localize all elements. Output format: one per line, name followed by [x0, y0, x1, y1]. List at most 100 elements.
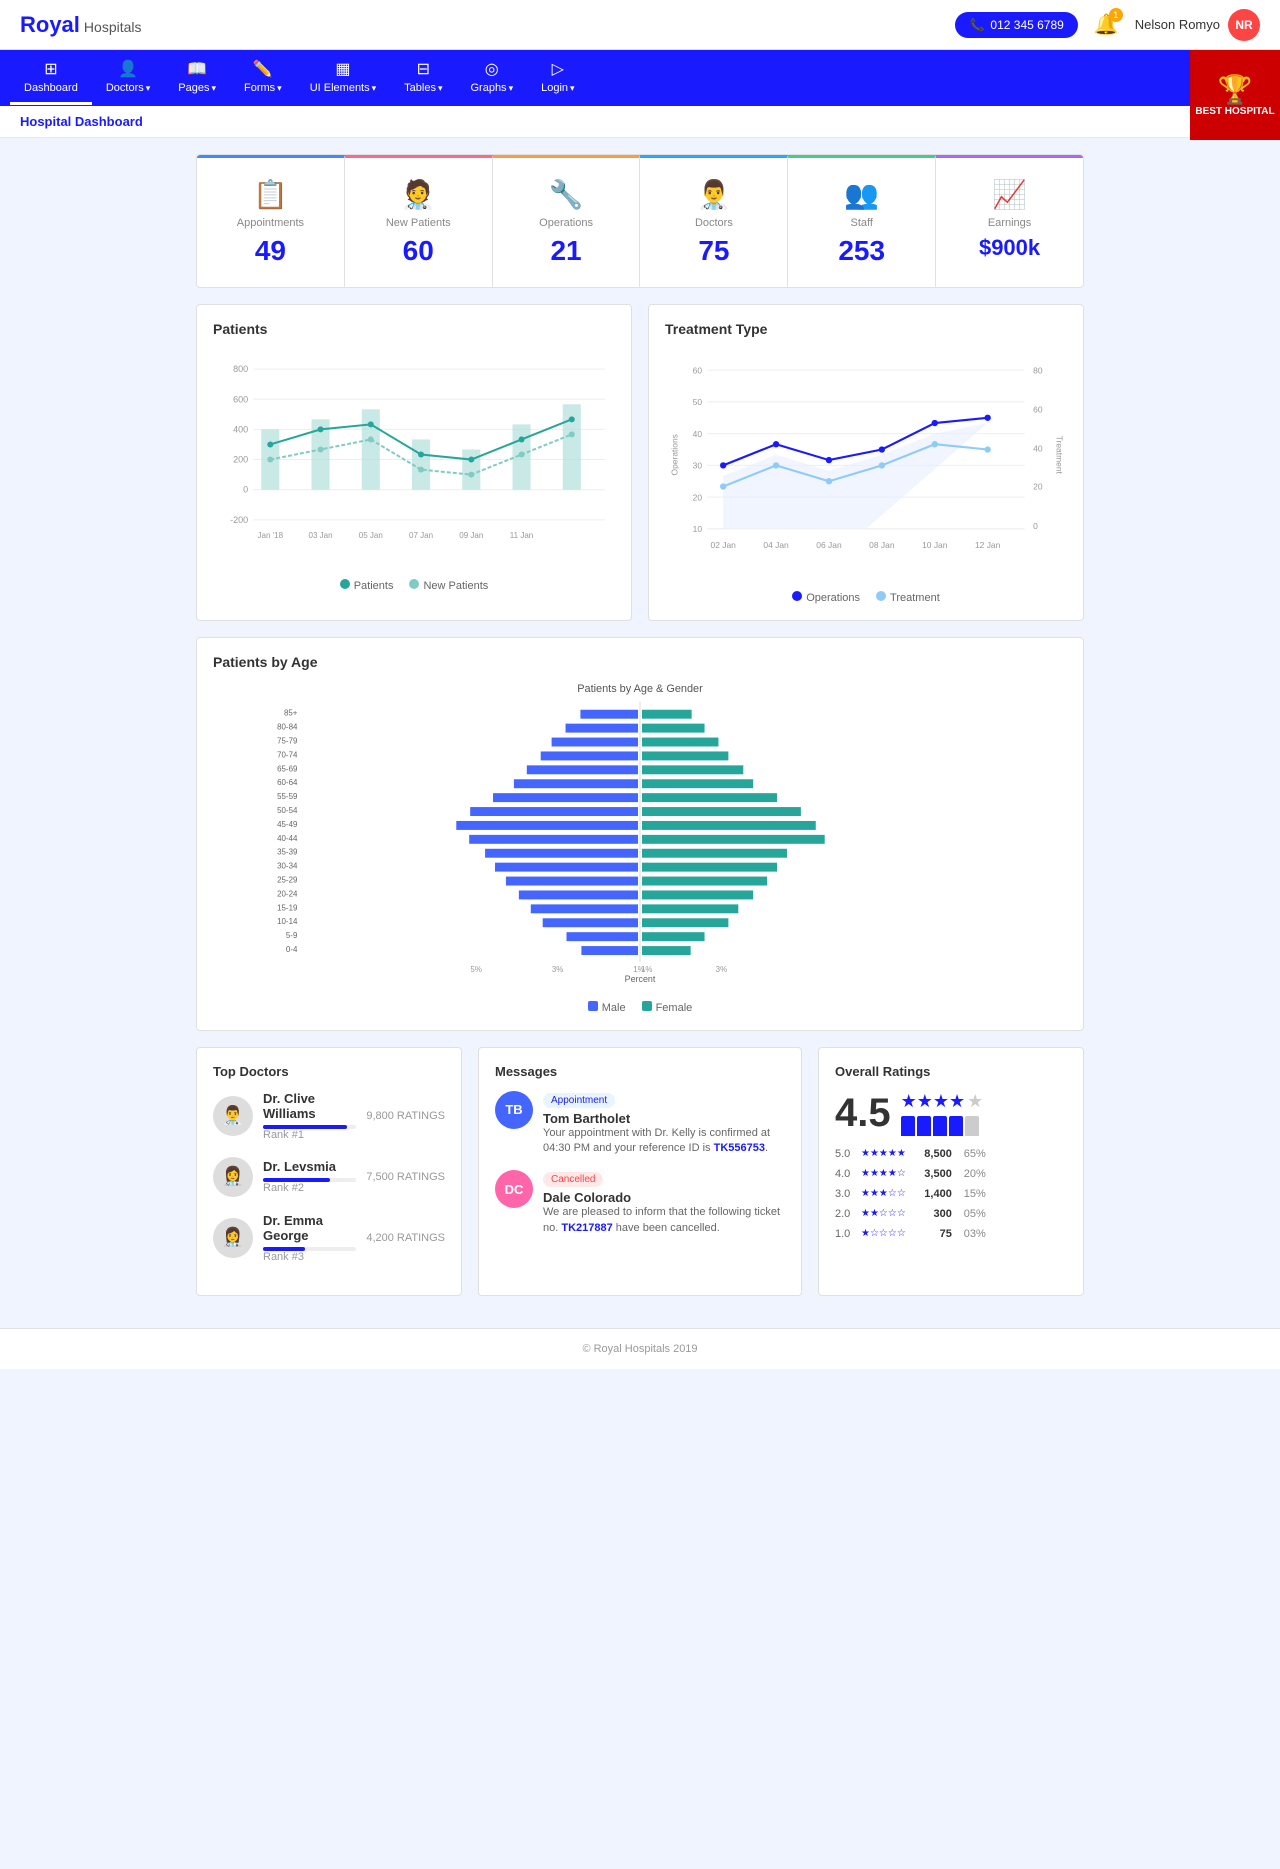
patients-legend-item: Patients	[340, 579, 394, 592]
stat-doctors: 👨‍⚕️ Doctors 75	[640, 155, 788, 287]
message-item-1: TB Appointment Tom Bartholet Your appoin…	[495, 1091, 785, 1157]
doctor-rank-3: Rank #3	[263, 1251, 356, 1263]
stat-staff: 👥 Staff 253	[788, 155, 936, 287]
svg-text:0: 0	[243, 485, 248, 495]
nav-graphs-label: Graphs	[470, 82, 506, 94]
rating-pct-4: 20%	[958, 1168, 986, 1180]
staff-value: 253	[800, 235, 923, 267]
svg-text:10 Jan: 10 Jan	[922, 540, 948, 550]
female-legend-item: Female	[642, 1001, 693, 1014]
staff-label: Staff	[800, 217, 923, 229]
rating-row-3: 3.0 ★★★☆☆ 1,400 15%	[835, 1188, 1067, 1200]
logo: Royal Hospitals	[20, 12, 142, 38]
best-hospital-label: BEST HOSPITAL	[1195, 106, 1274, 117]
svg-text:Operations: Operations	[670, 434, 680, 475]
svg-text:3%: 3%	[716, 965, 727, 974]
graphs-icon: ◎	[485, 59, 499, 79]
rating-pct-1: 03%	[958, 1228, 986, 1240]
nav-graphs[interactable]: ◎ Graphs ▾	[456, 51, 527, 105]
nav-ui-elements-label: UI Elements	[310, 82, 370, 94]
staff-icon: 👥	[800, 178, 923, 211]
svg-text:06 Jan: 06 Jan	[816, 540, 842, 550]
doctor-avatar-3: 👩‍⚕️	[213, 1218, 253, 1258]
doctor-avatar-1: 👨‍⚕️	[213, 1096, 253, 1136]
rating-row-2: 2.0 ★★☆☆☆ 300 05%	[835, 1208, 1067, 1220]
svg-text:80: 80	[1033, 365, 1043, 375]
nav-ui-elements[interactable]: ▦ UI Elements ▾	[296, 51, 390, 105]
doctor-item-3: 👩‍⚕️ Dr. Emma George Rank #3 4,200 RATIN…	[213, 1213, 445, 1263]
main-content: 📋 Appointments 49 🧑‍⚕️ New Patients 60 🔧…	[180, 138, 1100, 1328]
header: Royal Hospitals 📞 012 345 6789 🔔 1 Nelso…	[0, 0, 1280, 50]
ratings-card: Overall Ratings 4.5 ★★★★★	[818, 1047, 1084, 1296]
message-name-2: Dale Colorado	[543, 1190, 785, 1205]
doctor-name-2: Dr. Levsmia	[263, 1159, 356, 1174]
svg-text:55-59: 55-59	[277, 792, 298, 801]
svg-text:60-64: 60-64	[277, 778, 298, 787]
nav-doctors[interactable]: 👤 Doctors ▾	[92, 51, 164, 105]
user-info: Nelson Romyo NR	[1135, 9, 1260, 41]
svg-text:30-34: 30-34	[277, 861, 298, 870]
ratings-title: Overall Ratings	[835, 1064, 1067, 1079]
treatment-chart-legend: Operations Treatment	[665, 591, 1067, 604]
tables-icon: ⊟	[417, 59, 430, 79]
rating-label-2: 2.0	[835, 1208, 855, 1220]
phone-icon: 📞	[969, 18, 984, 32]
stat-new-patients: 🧑‍⚕️ New Patients 60	[345, 155, 493, 287]
patients-chart-card: Patients 800 600 400 200 0 -200	[196, 304, 632, 621]
doctor-name-1: Dr. Clive Williams	[263, 1091, 356, 1121]
message-name-1: Tom Bartholet	[543, 1111, 785, 1126]
overall-rating-value: 4.5	[835, 1091, 891, 1136]
doctor-item-1: 👨‍⚕️ Dr. Clive Williams Rank #1 9,800 RA…	[213, 1091, 445, 1141]
rating-count-5: 8,500	[912, 1148, 952, 1160]
rating-count-1: 75	[912, 1228, 952, 1240]
logo-royal: Royal	[20, 12, 80, 38]
doctors-icon: 👤	[118, 59, 138, 79]
doctor-rank-1: Rank #1	[263, 1129, 356, 1141]
message-badge-2: Cancelled	[543, 1172, 603, 1187]
nav-login[interactable]: ▷ Login ▾	[527, 51, 588, 105]
messages-title: Messages	[495, 1064, 785, 1079]
doctor-info-2: Dr. Levsmia Rank #2	[263, 1159, 356, 1194]
nav-pages-label: Pages	[178, 82, 209, 94]
chevron-down-icon: ▾	[372, 83, 377, 94]
doctors-value: 75	[652, 235, 775, 267]
doctors-stat-icon: 👨‍⚕️	[652, 178, 775, 211]
nav-pages[interactable]: 📖 Pages ▾	[164, 51, 230, 105]
rating-label-1: 1.0	[835, 1228, 855, 1240]
rating-pct-3: 15%	[958, 1188, 986, 1200]
nav-tables[interactable]: ⊟ Tables ▾	[390, 51, 456, 105]
chevron-down-icon: ▾	[211, 83, 216, 94]
svg-text:10-14: 10-14	[277, 917, 298, 926]
age-chart-title: Patients by Age	[213, 654, 1067, 670]
dashboard-icon: ⊞	[44, 59, 57, 79]
nav-dashboard[interactable]: ⊞ Dashboard	[10, 51, 92, 105]
rating-count-2: 300	[912, 1208, 952, 1220]
stat-earnings: 📈 Earnings $900k	[936, 155, 1083, 287]
svg-text:50: 50	[693, 397, 703, 407]
age-chart-legend: Male Female	[213, 1001, 1067, 1014]
svg-text:03 Jan: 03 Jan	[308, 531, 332, 540]
stat-cards: 📋 Appointments 49 🧑‍⚕️ New Patients 60 🔧…	[196, 154, 1084, 288]
appointments-icon: 📋	[209, 178, 332, 211]
earnings-icon: 📈	[948, 178, 1071, 211]
notifications-bell[interactable]: 🔔 1	[1094, 12, 1119, 37]
svg-text:0-4: 0-4	[286, 945, 298, 954]
operations-value: 21	[505, 235, 628, 267]
pages-icon: 📖	[187, 59, 207, 79]
svg-text:70-74: 70-74	[277, 750, 298, 759]
footer-text: © Royal Hospitals 2019	[582, 1343, 697, 1355]
stat-appointments: 📋 Appointments 49	[197, 155, 345, 287]
rating-label-3: 3.0	[835, 1188, 855, 1200]
earnings-value: $900k	[948, 235, 1071, 261]
age-chart-card: Patients by Age Patients by Age & Gender…	[196, 637, 1084, 1031]
svg-text:07 Jan: 07 Jan	[409, 531, 433, 540]
overall-rating: 4.5 ★★★★★	[835, 1091, 1067, 1136]
footer: © Royal Hospitals 2019	[0, 1328, 1280, 1369]
message-avatar-2: DC	[495, 1170, 533, 1208]
phone-button[interactable]: 📞 012 345 6789	[955, 12, 1077, 38]
treatment-chart-svg: 60 50 40 30 20 10 Operations 80 60 40 20…	[665, 349, 1067, 582]
chevron-down-icon: ▾	[277, 83, 282, 94]
doctor-ratings-2: 7,500 RATINGS	[366, 1171, 445, 1183]
nav-forms[interactable]: ✏️ Forms ▾	[230, 51, 296, 105]
svg-text:800: 800	[233, 364, 248, 374]
